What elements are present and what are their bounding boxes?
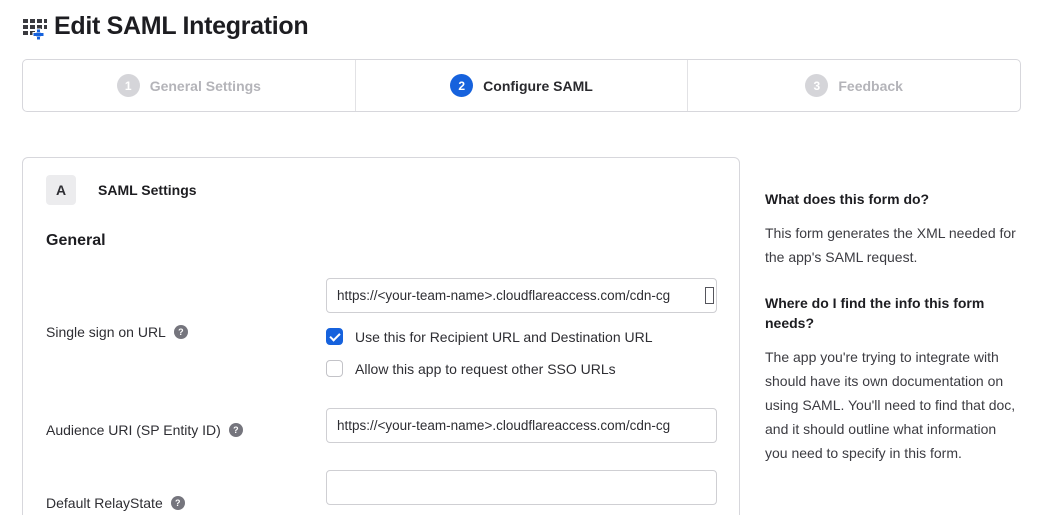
- section-header: A SAML Settings: [46, 175, 715, 205]
- other-sso-checkbox[interactable]: [326, 360, 343, 377]
- add-app-grid-icon: [22, 13, 48, 40]
- recipient-url-checkbox-label[interactable]: Use this for Recipient URL and Destinati…: [355, 329, 653, 345]
- audience-uri-input[interactable]: [326, 408, 717, 443]
- sso-url-help-icon[interactable]: ?: [174, 325, 188, 339]
- step-2-number-badge: 2: [450, 74, 473, 97]
- step-general-settings[interactable]: 1 General Settings: [23, 60, 355, 111]
- step-3-number-badge: 3: [805, 74, 828, 97]
- help-sidebar: What does this form do? This form genera…: [765, 157, 1017, 465]
- relay-state-help-icon[interactable]: ?: [171, 496, 185, 510]
- recipient-url-checkbox[interactable]: [326, 328, 343, 345]
- audience-uri-help-icon[interactable]: ?: [229, 423, 243, 437]
- sidebar-question-1: What does this form do?: [765, 189, 1017, 209]
- step-3-label: Feedback: [838, 78, 903, 94]
- sso-url-input[interactable]: [326, 278, 717, 313]
- page-header: Edit SAML Integration: [22, 6, 1063, 46]
- other-sso-checkbox-label[interactable]: Allow this app to request other SSO URLs: [355, 361, 616, 377]
- sso-url-row: Single sign on URL ? Use this for Recipi…: [46, 278, 715, 377]
- step-configure-saml[interactable]: 2 Configure SAML: [355, 60, 688, 111]
- wizard-step-bar: 1 General Settings 2 Configure SAML 3 Fe…: [22, 59, 1021, 112]
- sidebar-question-2: Where do I find the info this form needs…: [765, 293, 1017, 333]
- page-title: Edit SAML Integration: [54, 12, 308, 41]
- other-sso-check-row: Allow this app to request other SSO URLs: [326, 360, 717, 377]
- step-2-label: Configure SAML: [483, 78, 593, 94]
- section-a-badge: A: [46, 175, 76, 205]
- step-feedback[interactable]: 3 Feedback: [687, 60, 1020, 111]
- section-title: SAML Settings: [98, 182, 197, 198]
- relay-state-input[interactable]: [326, 470, 717, 505]
- relay-state-row: Default RelayState ? If no value is set,…: [46, 470, 715, 515]
- relay-state-label: Default RelayState: [46, 495, 163, 511]
- audience-uri-label: Audience URI (SP Entity ID): [46, 422, 221, 438]
- general-group-title: General: [46, 232, 715, 250]
- edit-saml-integration-screen: Edit SAML Integration 1 General Settings…: [0, 0, 1063, 515]
- sso-url-label: Single sign on URL: [46, 324, 166, 340]
- sidebar-answer-1: This form generates the XML needed for t…: [765, 221, 1017, 269]
- saml-settings-panel: A SAML Settings General Single sign on U…: [22, 157, 740, 515]
- recipient-url-check-row: Use this for Recipient URL and Destinati…: [326, 328, 717, 345]
- audience-uri-row: Audience URI (SP Entity ID) ?: [46, 408, 715, 443]
- sidebar-answer-2: The app you're trying to integrate with …: [765, 345, 1017, 465]
- step-1-label: General Settings: [150, 78, 261, 94]
- step-1-number-badge: 1: [117, 74, 140, 97]
